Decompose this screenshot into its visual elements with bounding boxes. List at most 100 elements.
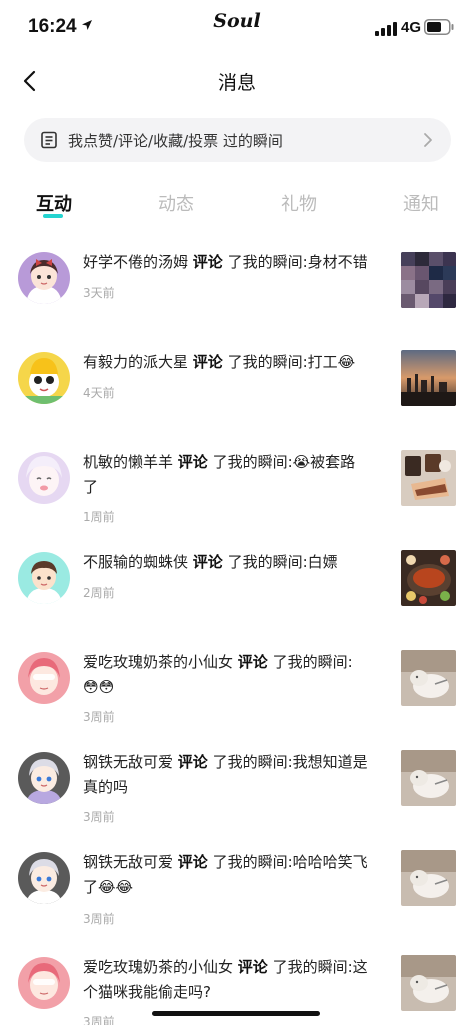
- avatar-image: [18, 552, 70, 604]
- tab-notifications[interactable]: 通知: [403, 190, 439, 216]
- timestamp: 3周前: [83, 710, 115, 724]
- comment-text-cont: 😳😳: [83, 678, 115, 696]
- moment-thumbnail[interactable]: [401, 450, 456, 506]
- battery-icon: [424, 19, 454, 35]
- avatar[interactable]: [18, 957, 70, 1009]
- thumbnail-image: [401, 450, 456, 506]
- action-label: 评论: [237, 958, 268, 976]
- timestamp: 3周前: [83, 1015, 115, 1025]
- moment-thumbnail[interactable]: [401, 550, 456, 606]
- list-item[interactable]: 好学不倦的汤姆 评论 了我的瞬间:身材不错 3天前: [0, 236, 474, 326]
- action-label: 评论: [177, 753, 208, 771]
- comment-text: 了我的瞬间:白嫖: [227, 553, 338, 571]
- timestamp: 3天前: [83, 286, 115, 300]
- message-text: 爱吃玫瑰奶茶的小仙女 评论 了我的瞬间: 😳😳: [83, 650, 389, 700]
- username[interactable]: 钢铁无敌可爱: [83, 853, 173, 871]
- comment-text-cont: 个猫咪我能偷走吗?: [83, 983, 211, 1001]
- document-icon: [41, 131, 57, 149]
- message-text: 有毅力的派大星 评论 了我的瞬间:打工😂: [83, 350, 389, 375]
- thumbnail-image: [401, 350, 456, 406]
- avatar-image: [18, 452, 70, 504]
- username[interactable]: 好学不倦的汤姆: [83, 253, 188, 271]
- avatar[interactable]: [18, 852, 70, 904]
- moment-thumbnail[interactable]: [401, 750, 456, 806]
- tab-interaction[interactable]: 互动: [36, 190, 72, 216]
- signal-icon: [375, 22, 397, 36]
- message-text: 钢铁无敌可爱 评论 了我的瞬间:哈哈哈笑飞 了😂😂: [83, 850, 389, 900]
- action-label: 评论: [192, 253, 223, 271]
- avatar[interactable]: [18, 752, 70, 804]
- thumbnail-image: [401, 650, 456, 706]
- message-text: 不服输的蜘蛛侠 评论 了我的瞬间:白嫖: [83, 550, 389, 575]
- comment-text: 了我的瞬间:这: [272, 958, 368, 976]
- avatar-image: [18, 752, 70, 804]
- action-label: 评论: [237, 653, 268, 671]
- page-title: 消息: [217, 72, 256, 94]
- avatar[interactable]: [18, 552, 70, 604]
- moment-thumbnail[interactable]: [401, 350, 456, 406]
- liked-moments-banner[interactable]: 我点赞/评论/收藏/投票 过的瞬间: [24, 118, 451, 162]
- chevron-right-icon: [424, 133, 432, 147]
- comment-text: 了我的瞬间:我想知道是: [212, 753, 368, 771]
- username[interactable]: 有毅力的派大星: [83, 353, 188, 371]
- username[interactable]: 爱吃玫瑰奶茶的小仙女: [83, 958, 233, 976]
- comment-text-cont: 了😂😂: [83, 878, 134, 896]
- list-item[interactable]: 有毅力的派大星 评论 了我的瞬间:打工😂 4天前: [0, 336, 474, 426]
- thumbnail-image: [401, 850, 456, 906]
- comment-text-cont: 了: [83, 478, 99, 496]
- banner-text: 我点赞/评论/收藏/投票 过的瞬间: [68, 131, 283, 150]
- list-item[interactable]: 钢铁无敌可爱 评论 了我的瞬间:我想知道是 真的吗 3周前: [0, 736, 474, 826]
- action-label: 评论: [177, 853, 208, 871]
- avatar-image: [18, 352, 70, 404]
- timestamp: 1周前: [83, 510, 115, 524]
- message-text: 好学不倦的汤姆 评论 了我的瞬间:身材不错: [83, 250, 389, 275]
- username[interactable]: 钢铁无敌可爱: [83, 753, 173, 771]
- avatar-image: [18, 852, 70, 904]
- thumbnail-image: [401, 750, 456, 806]
- moment-thumbnail[interactable]: [401, 955, 456, 1011]
- message-text: 机敏的懒羊羊 评论 了我的瞬间:😭被套路 了: [83, 450, 389, 500]
- active-tab-indicator: [43, 214, 63, 218]
- timestamp: 3周前: [83, 810, 115, 824]
- thumbnail-image: [401, 252, 456, 308]
- status-bar: 16:24 Soul 4G: [0, 0, 474, 52]
- action-label: 评论: [192, 353, 223, 371]
- moment-thumbnail[interactable]: [401, 850, 456, 906]
- timestamp: 2周前: [83, 586, 115, 600]
- action-label: 评论: [192, 553, 223, 571]
- username[interactable]: 机敏的懒羊羊: [83, 453, 173, 471]
- tab-moments[interactable]: 动态: [158, 190, 194, 216]
- comment-text-cont: 真的吗: [83, 778, 129, 796]
- avatar-image: [18, 652, 70, 704]
- username[interactable]: 不服输的蜘蛛侠: [83, 553, 188, 571]
- avatar[interactable]: [18, 452, 70, 504]
- avatar-image: [18, 252, 70, 304]
- comment-text: 了我的瞬间:😭被套路: [212, 453, 356, 471]
- moment-thumbnail[interactable]: [401, 650, 456, 706]
- network-type: 4G: [401, 19, 422, 36]
- list-item[interactable]: 爱吃玫瑰奶茶的小仙女 评论 了我的瞬间: 😳😳 3周前: [0, 636, 474, 726]
- comment-text: 了我的瞬间:: [272, 653, 353, 671]
- timestamp: 4天前: [83, 386, 115, 400]
- avatar-image: [18, 957, 70, 1009]
- thumbnail-image: [401, 550, 456, 606]
- comment-text: 了我的瞬间:身材不错: [227, 253, 368, 271]
- comment-text: 了我的瞬间:打工😂: [227, 353, 356, 371]
- comment-text: 了我的瞬间:哈哈哈笑飞: [212, 853, 368, 871]
- message-text: 爱吃玫瑰奶茶的小仙女 评论 了我的瞬间:这 个猫咪我能偷走吗?: [83, 955, 389, 1005]
- avatar[interactable]: [18, 252, 70, 304]
- list-item[interactable]: 钢铁无敌可爱 评论 了我的瞬间:哈哈哈笑飞 了😂😂 3周前: [0, 836, 474, 926]
- thumbnail-image: [401, 955, 456, 1011]
- list-item[interactable]: 不服输的蜘蛛侠 评论 了我的瞬间:白嫖 2周前: [0, 536, 474, 626]
- timestamp: 3周前: [83, 912, 115, 926]
- moment-thumbnail[interactable]: [401, 252, 456, 308]
- tab-gifts[interactable]: 礼物: [281, 190, 317, 216]
- home-indicator[interactable]: [152, 1011, 320, 1016]
- avatar[interactable]: [18, 652, 70, 704]
- message-text: 钢铁无敌可爱 评论 了我的瞬间:我想知道是 真的吗: [83, 750, 389, 800]
- list-item[interactable]: 机敏的懒羊羊 评论 了我的瞬间:😭被套路 了 1周前: [0, 436, 474, 526]
- tab-bar: 互动 动态 礼物 通知: [0, 190, 474, 230]
- avatar[interactable]: [18, 352, 70, 404]
- action-label: 评论: [177, 453, 208, 471]
- username[interactable]: 爱吃玫瑰奶茶的小仙女: [83, 653, 233, 671]
